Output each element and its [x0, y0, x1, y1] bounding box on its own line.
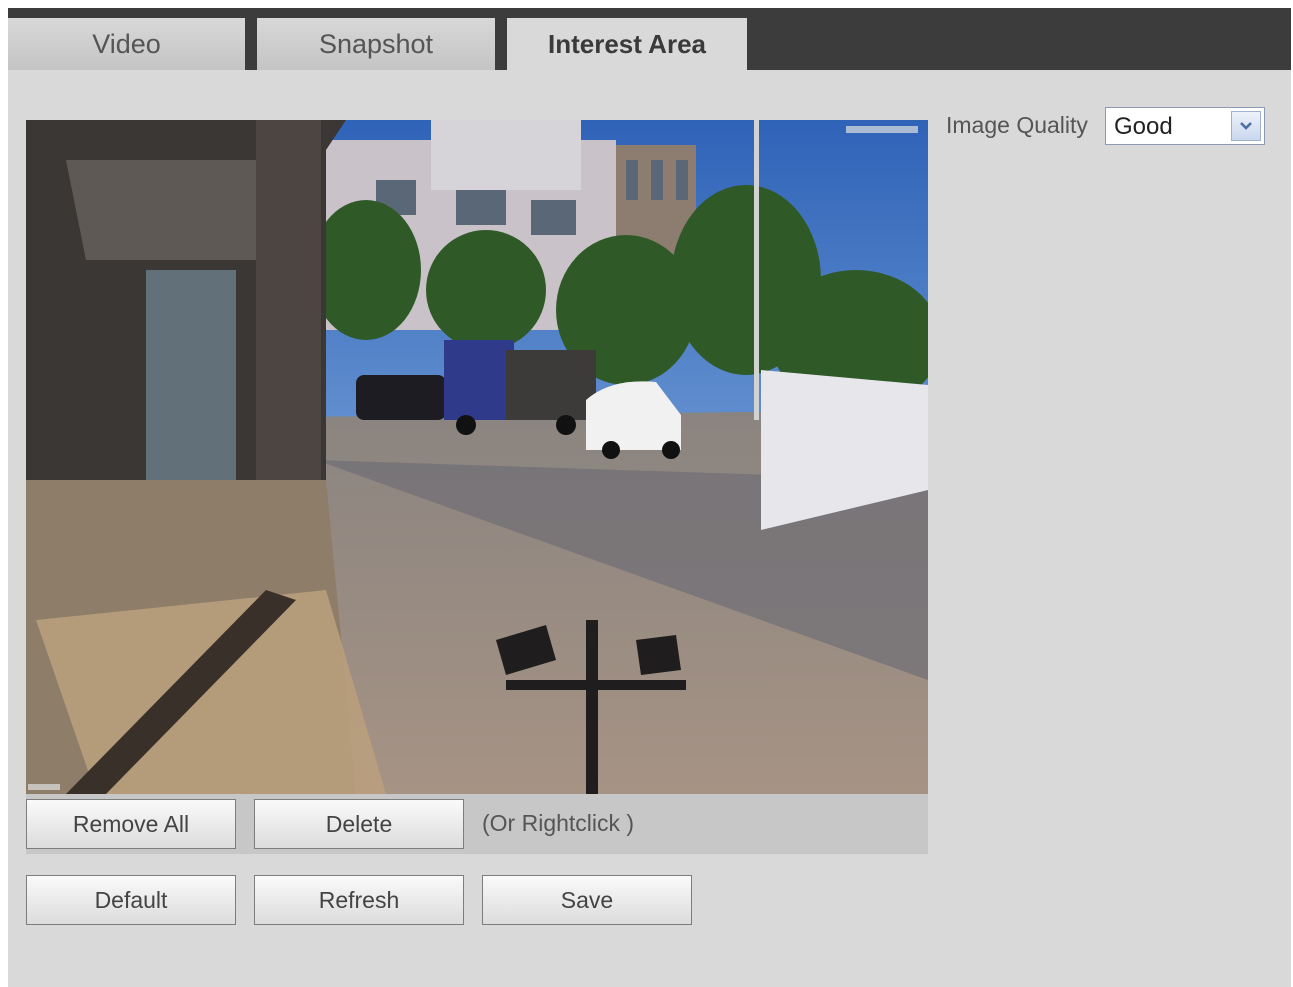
tab-video-label: Video: [92, 28, 161, 59]
camera-scene-image: [26, 120, 928, 794]
image-quality-select[interactable]: Good: [1105, 107, 1265, 145]
save-button[interactable]: Save: [482, 875, 692, 925]
refresh-label: Refresh: [318, 886, 400, 913]
tab-snapshot-label: Snapshot: [318, 28, 434, 59]
default-label: Default: [94, 886, 168, 913]
tab-snapshot[interactable]: Snapshot: [257, 18, 495, 70]
image-quality-label: Image Quality: [946, 112, 1088, 138]
refresh-button[interactable]: Refresh: [254, 875, 464, 925]
rightclick-hint: (Or Rightclick ): [482, 810, 635, 836]
remove-all-label: Remove All: [72, 810, 190, 837]
save-label: Save: [560, 886, 614, 913]
camera-preview[interactable]: [26, 120, 928, 794]
tab-video[interactable]: Video: [8, 18, 245, 70]
tab-interest-area[interactable]: Interest Area: [507, 18, 747, 70]
image-quality-value: Good: [1114, 113, 1173, 140]
delete-label: Delete: [325, 810, 393, 837]
tab-bar: Video Snapshot Interest Area: [8, 8, 1291, 70]
chevron-down-icon[interactable]: [1231, 111, 1261, 141]
config-panel: Video Snapshot Interest Area Remove All …: [8, 8, 1291, 987]
tab-interest-area-label: Interest Area: [548, 28, 706, 59]
default-button[interactable]: Default: [26, 875, 236, 925]
remove-all-button[interactable]: Remove All: [26, 799, 236, 849]
delete-button[interactable]: Delete: [254, 799, 464, 849]
